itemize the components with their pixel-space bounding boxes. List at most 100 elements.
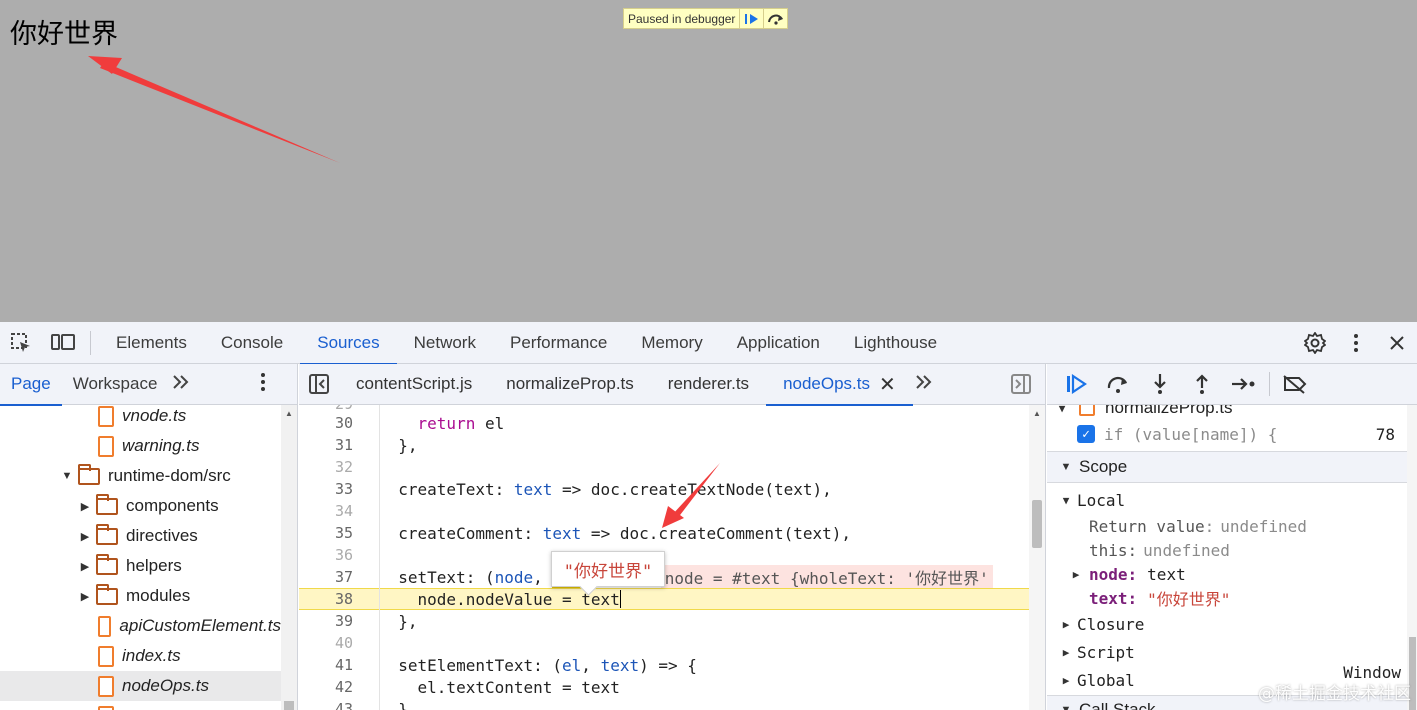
- collapsed-triangle-icon: ▶: [1062, 617, 1070, 631]
- tree-file-index[interactable]: index.ts: [0, 641, 281, 671]
- value-hover-tooltip: "你好世界": [551, 551, 665, 587]
- toolbar-divider: [1269, 372, 1270, 396]
- text-cursor: [619, 590, 621, 608]
- tab-network[interactable]: Network: [397, 322, 493, 364]
- devtools-actions: [1294, 322, 1417, 364]
- scroll-thumb[interactable]: [1032, 500, 1042, 548]
- page-viewport: 你好世界 Paused in debugger: [0, 0, 1417, 322]
- file-icon: [98, 705, 114, 710]
- resume-icon[interactable]: [739, 9, 763, 28]
- scope-var-this[interactable]: this: undefined: [1047, 537, 1407, 563]
- collapsed-triangle-icon: ▶: [80, 500, 90, 513]
- tab-lighthouse[interactable]: Lighthouse: [837, 322, 954, 364]
- debugger-scrollbar[interactable]: [1407, 405, 1417, 710]
- tree-file-warning[interactable]: warning.ts: [0, 431, 281, 461]
- code-line: 31 },: [334, 435, 418, 455]
- gutter-divider: [379, 405, 380, 710]
- file-tree: vnode.ts warning.ts ▼ runtime-dom/src ▶ …: [0, 405, 297, 710]
- tree-folder-helpers[interactable]: ▶ helpers: [0, 551, 281, 581]
- resume-icon[interactable]: [1055, 364, 1097, 405]
- debugger-sidebar: ▼ normalizeProp.ts ✓ if (value[name]) { …: [1047, 364, 1417, 710]
- paused-in-debugger-overlay: Paused in debugger: [623, 8, 789, 29]
- tree-scrollbar[interactable]: ▲: [281, 405, 297, 710]
- tree-folder-directives[interactable]: ▶ directives: [0, 521, 281, 551]
- tree-folder-runtime-dom-src[interactable]: ▼ runtime-dom/src: [0, 461, 281, 491]
- code-line: 30 return el: [334, 413, 505, 433]
- tab-page[interactable]: Page: [0, 364, 62, 406]
- tree-file-apicustomelement[interactable]: apiCustomElement.ts: [0, 611, 281, 641]
- toggle-navigator-icon[interactable]: [299, 364, 339, 405]
- current-execution-line: 38 node.nodeValue = text: [299, 588, 1029, 610]
- tab-console[interactable]: Console: [204, 322, 300, 364]
- code-scrollbar[interactable]: ▲: [1029, 405, 1045, 710]
- editor-tab-contentscript[interactable]: contentScript.js: [339, 364, 489, 405]
- tree-file-nodeops[interactable]: nodeOps.ts: [0, 671, 281, 701]
- scope-section-header[interactable]: ▼ Scope: [1047, 451, 1417, 483]
- inspect-element-icon[interactable]: [0, 322, 42, 364]
- tab-performance[interactable]: Performance: [493, 322, 624, 364]
- toggle-debugger-icon[interactable]: [1001, 364, 1041, 405]
- breakpoint-checkbox[interactable]: ✓: [1077, 425, 1095, 443]
- more-options-icon[interactable]: [1335, 322, 1376, 364]
- scroll-thumb[interactable]: [284, 701, 294, 710]
- code-line: 40: [334, 634, 353, 652]
- code-line: 32: [334, 458, 353, 476]
- page-heading: 你好世界: [10, 19, 118, 50]
- code-editor: contentScript.js normalizeProp.ts render…: [299, 364, 1046, 710]
- more-editor-tabs-chevron-icon[interactable]: [915, 374, 933, 395]
- step-out-icon[interactable]: [1181, 364, 1223, 405]
- scope-script[interactable]: ▶ Script: [1047, 639, 1407, 665]
- tree-file-vnode[interactable]: vnode.ts: [0, 405, 281, 431]
- scope-var-return-value[interactable]: Return value: undefined: [1047, 513, 1407, 539]
- scope-closure[interactable]: ▶ Closure: [1047, 611, 1407, 637]
- scope-var-text[interactable]: text: "你好世界": [1047, 585, 1407, 611]
- scroll-up-icon: ▲: [285, 409, 293, 418]
- deactivate-breakpoints-icon[interactable]: [1274, 364, 1316, 405]
- tab-elements[interactable]: Elements: [99, 322, 204, 364]
- expanded-triangle-icon: ▼: [1060, 704, 1072, 710]
- code-line: 35 createComment: text => doc.createComm…: [334, 523, 852, 543]
- toolbar-divider: [90, 330, 91, 355]
- close-devtools-icon[interactable]: [1376, 322, 1417, 364]
- folder-icon: [96, 523, 118, 545]
- collapsed-triangle-icon: ▶: [80, 530, 90, 543]
- navigator-menu-icon[interactable]: [260, 372, 266, 397]
- more-tabs-chevron-icon[interactable]: [172, 374, 190, 395]
- editor-tab-nodeops[interactable]: nodeOps.ts ✕: [766, 364, 913, 406]
- tree-folder-modules[interactable]: ▶ modules: [0, 581, 281, 611]
- collapsed-triangle-icon: ▶: [1072, 567, 1080, 581]
- expanded-triangle-icon: ▼: [1060, 461, 1072, 473]
- editor-tabs: contentScript.js normalizeProp.ts render…: [299, 364, 1045, 406]
- folder-icon: [96, 553, 118, 575]
- collapsed-triangle-icon: ▶: [80, 590, 90, 603]
- device-toolbar-icon[interactable]: [42, 322, 84, 364]
- breakpoint-entry[interactable]: ✓ if (value[name]) { 78: [1047, 421, 1407, 447]
- folder-icon: [96, 493, 118, 515]
- scope-local[interactable]: ▼ Local: [1047, 487, 1407, 513]
- folder-icon: [78, 463, 100, 485]
- step-over-icon[interactable]: [763, 9, 787, 28]
- debugger-toolbar: [1047, 364, 1417, 405]
- editor-tab-renderer[interactable]: renderer.ts: [651, 364, 766, 405]
- paused-label: Paused in debugger: [628, 11, 736, 26]
- close-tab-icon[interactable]: ✕: [879, 372, 896, 397]
- step-over-icon[interactable]: [1097, 364, 1139, 405]
- step-into-icon[interactable]: [1139, 364, 1181, 405]
- call-frame-normalizeprop[interactable]: ▼ normalizeProp.ts: [1047, 405, 1407, 421]
- editor-tab-normalizeprop[interactable]: normalizeProp.ts: [489, 364, 651, 405]
- editor-tab-nodeops-label: nodeOps.ts: [783, 374, 871, 393]
- code-area[interactable]: 29 30 return el 31 }, 32 33 createText: …: [299, 405, 1029, 710]
- watermark: @稀土掘金技术社区: [1258, 684, 1411, 704]
- devtools-tab-bar: Elements Console Sources Network Perform…: [0, 322, 1417, 365]
- expanded-triangle-icon: ▼: [1058, 405, 1066, 415]
- collapsed-triangle-icon: ▶: [1062, 673, 1070, 687]
- scope-var-node[interactable]: ▶ node: text: [1047, 561, 1407, 587]
- tree-folder-components[interactable]: ▶ components: [0, 491, 281, 521]
- tab-sources[interactable]: Sources: [300, 322, 398, 365]
- step-icon[interactable]: [1223, 364, 1265, 405]
- file-icon: [98, 615, 112, 637]
- tab-application[interactable]: Application: [720, 322, 837, 364]
- settings-gear-icon[interactable]: [1294, 322, 1335, 364]
- tab-memory[interactable]: Memory: [624, 322, 719, 364]
- tab-workspace[interactable]: Workspace: [62, 364, 169, 405]
